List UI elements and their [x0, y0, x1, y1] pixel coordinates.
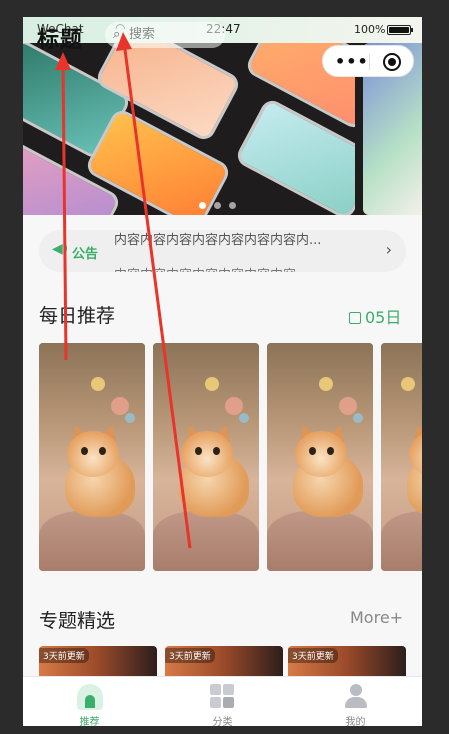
notice-text: 内容内容内容内容内容内容内容内...: [114, 233, 322, 248]
tab-label: 分类: [212, 717, 233, 726]
topic-card[interactable]: 3天前更新: [288, 646, 406, 678]
topic-card[interactable]: 3天前更新: [165, 646, 283, 678]
indicator-dot[interactable]: [199, 202, 206, 209]
search-placeholder: 搜索: [129, 27, 156, 42]
banner-indicator: [199, 194, 244, 213]
topic-list[interactable]: 3天前更新 3天前更新 3天前更新: [39, 646, 422, 678]
indicator-dot[interactable]: [229, 202, 236, 209]
tab-recommend[interactable]: 推荐: [23, 677, 156, 726]
daily-date-text: 05日: [365, 308, 402, 327]
battery-percent: 100%: [354, 23, 386, 36]
update-badge: 3天前更新: [165, 648, 215, 663]
chevron-right-icon[interactable]: ›: [386, 240, 392, 259]
update-badge: 3天前更新: [288, 648, 338, 663]
daily-list[interactable]: [39, 343, 422, 571]
indicator-dot[interactable]: [214, 202, 221, 209]
battery-fill: [389, 27, 409, 33]
tab-bar: 推荐 分类 我的: [23, 676, 422, 726]
phone-screen: WeChat ◠ 22:47 100% 标题 ⌕ 搜索 ••• ◀) 公告 内容…: [23, 17, 422, 726]
miniprogram-capsule: •••: [322, 45, 414, 77]
daily-card[interactable]: [267, 343, 373, 571]
speaker-icon: ◀): [52, 241, 69, 257]
battery-icon: [387, 25, 413, 35]
home-icon: [77, 684, 103, 710]
search-input[interactable]: ⌕ 搜索: [105, 22, 225, 48]
tab-mine[interactable]: 我的: [289, 677, 422, 726]
grid-icon: [210, 684, 236, 710]
calendar-icon: [349, 312, 361, 324]
page-title: 标题: [37, 28, 84, 53]
topic-card[interactable]: 3天前更新: [39, 646, 157, 678]
target-icon[interactable]: [383, 53, 401, 71]
update-badge: 3天前更新: [39, 648, 89, 663]
tab-category[interactable]: 分类: [156, 677, 289, 726]
notice-bar[interactable]: ◀) 公告 内容内容内容内容内容内容内容内... 内容内容内容内容内容内容内容 …: [39, 230, 406, 272]
tab-label: 推荐: [79, 717, 100, 726]
notice-text-next: 内容内容内容内容内容内容内容: [114, 264, 374, 272]
daily-card[interactable]: [153, 343, 259, 571]
daily-date[interactable]: 05日: [349, 304, 401, 328]
daily-card[interactable]: [381, 343, 422, 571]
search-icon: ⌕: [113, 27, 121, 42]
topic-more-link[interactable]: More+: [350, 608, 403, 627]
daily-card[interactable]: [39, 343, 145, 571]
banner-image[interactable]: [23, 43, 355, 215]
daily-section-title: 每日推荐: [39, 305, 116, 327]
more-dots-icon[interactable]: •••: [335, 52, 369, 71]
tab-label: 我的: [345, 717, 366, 726]
notice-label: 公告: [72, 247, 99, 262]
topic-section-title: 专题精选: [39, 610, 116, 632]
capsule-divider: [369, 54, 370, 70]
user-icon: [343, 684, 369, 710]
